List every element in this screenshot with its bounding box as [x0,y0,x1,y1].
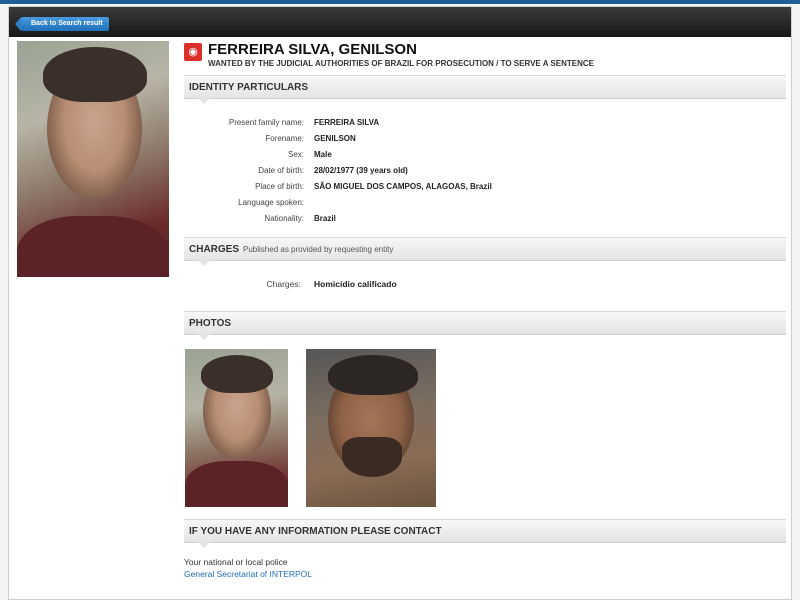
charges-subheading: Published as provided by requesting enti… [243,245,394,254]
particular-row: Language spoken: [184,195,786,211]
particular-label: Present family name: [228,118,304,127]
notch-icon [198,542,210,548]
wanted-person-name: FERREIRA SILVA, GENILSON [208,41,417,58]
particular-row: Nationality: Brazil [184,211,786,227]
back-to-search-button[interactable]: Back to Search result [15,17,109,31]
suspect-photo-1[interactable] [185,349,288,507]
charges-heading-text: CHARGES [189,244,240,255]
top-accent-strip [0,0,800,4]
charges-section-heading: CHARGES Published as provided by requesti… [184,237,786,266]
interpol-link[interactable]: General Secretariat of INTERPOL [184,569,786,579]
contact-info: Your national or local police General Se… [184,543,786,579]
particular-value: FERREIRA SILVA [314,118,380,127]
particular-row: Present family name: FERREIRA SILVA [184,115,786,131]
notice-header: ◉ FERREIRA SILVA, GENILSON WANTED BY THE… [184,41,786,75]
particular-row: Forename: GENILSON [184,131,786,147]
back-button-label: Back to Search result [31,20,103,27]
particular-label: Nationality: [264,214,304,223]
particular-value: SÃO MIGUEL DOS CAMPOS, ALAGOAS, Brazil [314,182,492,191]
notch-icon [198,98,210,104]
notice-content: ◉ FERREIRA SILVA, GENILSON WANTED BY THE… [184,41,786,579]
particular-value: Male [314,150,332,159]
charges-value: Homicídio calificado [314,279,397,289]
particular-label: Forename: [265,134,304,143]
particular-label: Language spoken: [238,198,304,207]
contact-heading-text: IF YOU HAVE ANY INFORMATION PLEASE CONTA… [189,526,442,537]
title-bar: Back to Search result [9,7,791,37]
particular-value: GENILSON [314,134,356,143]
identity-heading-text: IDENTITY PARTICULARS [189,82,309,93]
main-photo [17,41,169,277]
particular-row: Place of birth: SÃO MIGUEL DOS CAMPOS, A… [184,179,786,195]
wanted-by-text: WANTED BY THE JUDICIAL AUTHORITIES OF BR… [208,59,594,68]
particular-value: 28/02/1977 (39 years old) [314,166,408,175]
suspect-photo-2[interactable] [306,349,436,507]
particular-label: Sex: [287,150,304,159]
particular-row: Date of birth: 28/02/1977 (39 years old) [184,163,786,179]
identity-particulars: Present family name: FERREIRA SILVA Fore… [184,99,786,237]
contact-police-text: Your national or local police [184,557,288,567]
notice-window: Back to Search result ◉ FERREIRA SILVA, … [8,6,792,600]
charges-label: Charges: [266,279,302,289]
particular-label: Date of birth: [258,166,304,175]
particular-row: Sex: Male [184,147,786,163]
photos-section-heading: PHOTOS [184,311,786,340]
particular-value: Brazil [314,214,336,223]
identity-section-heading: IDENTITY PARTICULARS [184,75,786,104]
photos-gallery [184,335,786,519]
charges-body: Charges: Homicídio calificado [184,261,786,311]
photos-heading-text: PHOTOS [189,318,232,329]
notch-icon [198,260,210,266]
back-arrow-icon [15,17,21,31]
contact-section-heading: IF YOU HAVE ANY INFORMATION PLEASE CONTA… [184,519,786,548]
particular-label: Place of birth: [255,182,304,191]
interpol-red-notice-icon: ◉ [184,43,202,61]
